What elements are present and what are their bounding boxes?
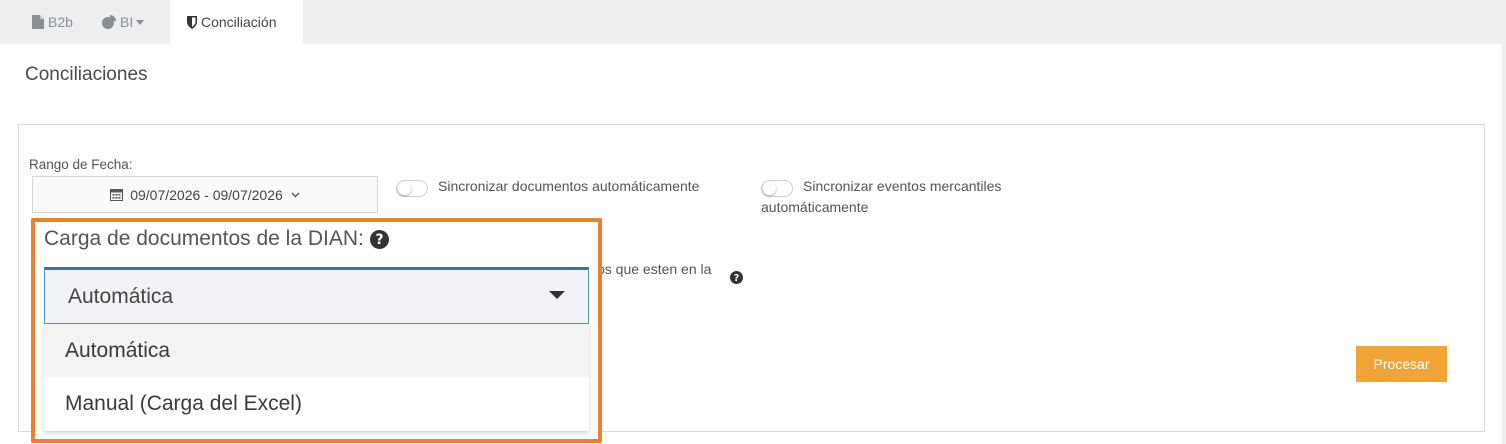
dian-upload-label-text: Carga de documentos de la DIAN: bbox=[44, 227, 364, 250]
date-range-value: 09/07/2026 - 09/07/2026 bbox=[130, 186, 283, 203]
partially-hidden-text: os que esten en la bbox=[597, 261, 712, 277]
tab-label: B2b bbox=[48, 14, 73, 30]
process-button[interactable]: Procesar bbox=[1356, 346, 1447, 382]
file-icon bbox=[32, 15, 44, 29]
help-icon[interactable]: ? bbox=[369, 229, 389, 249]
date-range-label: Rango de Fecha: bbox=[29, 157, 133, 172]
svg-text:?: ? bbox=[734, 273, 740, 284]
select-value: Automática bbox=[68, 284, 174, 308]
svg-text:?: ? bbox=[375, 232, 383, 248]
tab-bi[interactable]: BI bbox=[102, 0, 148, 44]
caret-down-icon bbox=[136, 19, 145, 25]
tab-label: BI bbox=[120, 14, 134, 30]
option-automatica[interactable]: Automática bbox=[44, 324, 589, 377]
page-title: Conciliaciones bbox=[25, 64, 148, 85]
tab-b2b[interactable]: B2b bbox=[32, 0, 73, 44]
chevron-down-icon bbox=[291, 192, 300, 198]
sync-documents-toggle[interactable] bbox=[396, 180, 428, 197]
calendar-icon bbox=[110, 188, 124, 201]
shield-icon bbox=[187, 15, 197, 29]
option-manual-excel[interactable]: Manual (Carga del Excel) bbox=[44, 377, 589, 430]
dian-upload-label: Carga de documentos de la DIAN: ? bbox=[44, 227, 389, 251]
tab-conciliacion[interactable]: Conciliación bbox=[170, 0, 303, 44]
sync-events-label: Sincronizar eventos mercantiles automáti… bbox=[761, 178, 1002, 215]
top-tab-bar: B2b BI Conciliación bbox=[0, 0, 1506, 44]
dian-upload-options: Automática Manual (Carga del Excel) bbox=[44, 324, 589, 431]
pie-chart-icon bbox=[102, 15, 116, 29]
help-icon[interactable]: ? bbox=[730, 271, 743, 289]
caret-down-icon bbox=[549, 291, 565, 299]
sync-documents-label: Sincronizar documentos automáticamente bbox=[438, 178, 700, 194]
tab-label: Conciliación bbox=[201, 14, 277, 30]
dian-upload-select[interactable]: Automática bbox=[44, 267, 589, 324]
date-range-picker[interactable]: 09/07/2026 - 09/07/2026 bbox=[32, 176, 378, 213]
scroll-edge bbox=[1502, 44, 1506, 444]
